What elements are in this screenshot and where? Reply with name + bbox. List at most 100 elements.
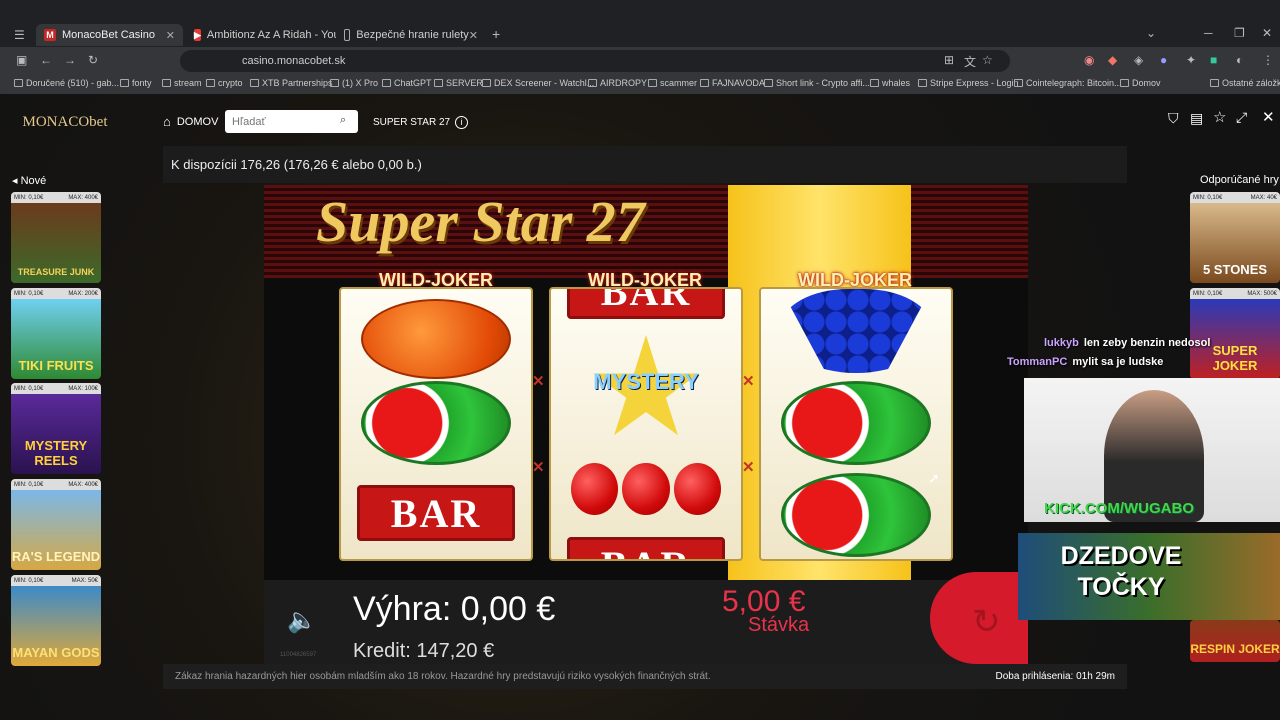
extension-icon[interactable]: ◈: [1134, 53, 1143, 67]
game-id: 11004826597: [280, 652, 317, 658]
bookmark-item[interactable]: whales: [870, 78, 910, 88]
tab-ruleta[interactable]: Bezpečné hranie rulety ✕: [336, 24, 486, 46]
credit-display: Kredit: 147,20 €: [353, 640, 495, 662]
bookmark-item[interactable]: AIRDROPY: [588, 78, 647, 88]
webcam-caption: KICK.COM/WUGABO: [1044, 500, 1194, 517]
new-tab-icon[interactable]: +: [492, 26, 500, 42]
forward-icon[interactable]: →: [64, 53, 76, 67]
address-bar[interactable]: casino.monacobet.sk: [180, 50, 1010, 72]
restore-icon[interactable]: ❐: [1234, 26, 1245, 40]
bookmark-icon: [764, 79, 773, 87]
new-games-heading[interactable]: ◂ Nové: [12, 174, 46, 187]
bookmark-item[interactable]: DEX Screener - Watchl...: [482, 78, 594, 88]
chevron-down-icon[interactable]: ⌄: [1146, 26, 1156, 40]
search-icon[interactable]: ⌕: [340, 114, 346, 127]
bookmark-item[interactable]: Stripe Express - Login: [918, 78, 1019, 88]
extension-icon[interactable]: ■: [1210, 53, 1217, 67]
bookmark-icon: [14, 79, 23, 87]
folder-icon: [648, 79, 657, 87]
spin-button[interactable]: ↻: [930, 572, 1028, 664]
payline-marker-icon: ✕: [742, 459, 755, 476]
footer-bar: Zákaz hrania hazardných hier osobám mlad…: [163, 664, 1127, 689]
site-logo[interactable]: MONACObet: [18, 104, 112, 140]
home-icon: ⌂: [163, 114, 171, 129]
bookmark-icon: [250, 79, 259, 87]
info-icon[interactable]: i: [455, 116, 469, 129]
translate-icon[interactable]: 文: [964, 53, 976, 70]
bookmark-item[interactable]: stream: [162, 78, 202, 88]
melon-symbol: [781, 381, 931, 465]
game-thumb-left[interactable]: MIN: 0,10€ MAX: 400€ TREASURE JUNK: [11, 192, 101, 283]
wallet-icon[interactable]: ▤: [1190, 110, 1203, 127]
payline-marker-icon: ✕: [532, 373, 545, 390]
sidebar-icon[interactable]: ▣: [16, 53, 27, 67]
age-warning: Zákaz hrania hazardných hier osobám mlad…: [175, 671, 711, 682]
payline-marker-icon: ✕: [742, 373, 755, 390]
search-input[interactable]: [225, 110, 358, 133]
nav-home[interactable]: ⌂ DOMOV: [163, 114, 218, 129]
bookmark-icon: [1014, 79, 1023, 87]
close-tab-icon[interactable]: ✕: [166, 29, 175, 42]
folder-icon: [206, 79, 215, 87]
game-thumb-right[interactable]: MIN: 0,10€ MAX: 500€ SUPER JOKER: [1190, 288, 1280, 379]
bookmark-item[interactable]: crypto: [206, 78, 243, 88]
bookmark-item[interactable]: Cointelegraph: Bitcoin...: [1014, 78, 1122, 88]
game-thumb-left[interactable]: MIN: 0,10€ MAX: 100€ MYSTERY REELS: [11, 383, 101, 474]
chevron-left-icon: ◂: [12, 175, 21, 187]
install-icon[interactable]: ⊞: [944, 53, 954, 67]
tab-youtube[interactable]: ▶ Ambitionz Az A Ridah - YouTub ✕: [186, 24, 336, 46]
folder-icon: [1210, 79, 1219, 87]
bookmark-item[interactable]: Doručené (510) - gab...: [14, 78, 119, 88]
stream-banner: DZEDOVE TOČKY: [1018, 533, 1280, 620]
bookmark-item[interactable]: Ostatné záložky: [1210, 78, 1280, 88]
melon-symbol: [781, 473, 931, 557]
menu-icon[interactable]: ⋮: [1262, 53, 1274, 67]
bookmark-item[interactable]: scammer: [648, 78, 697, 88]
fullscreen-icon[interactable]: ⤢: [1236, 109, 1247, 126]
game-thumb-left[interactable]: MIN: 0,10€ MAX: 400€ RA'S LEGEND: [11, 479, 101, 570]
profile-icon[interactable]: ◐: [1236, 53, 1243, 67]
extensions-puzzle-icon[interactable]: ✦: [1186, 53, 1196, 67]
sound-icon[interactable]: 🔈: [287, 606, 317, 635]
bookmark-item[interactable]: fonty: [120, 78, 152, 88]
close-window-icon[interactable]: ✕: [1262, 26, 1272, 40]
tab-list-icon[interactable]: ☰: [14, 28, 25, 42]
payline-marker-icon: ✕: [532, 459, 545, 476]
game-thumb-right[interactable]: RESPIN JOKER: [1190, 620, 1280, 662]
streamer-webcam: KICK.COM/WUGABO: [1024, 378, 1280, 522]
cherries-symbol: [571, 435, 721, 515]
tab-label: MonacoBet Casino: [62, 29, 155, 41]
tab-label: Bezpečné hranie rulety: [356, 29, 469, 41]
close-game-icon[interactable]: ✕: [1262, 108, 1275, 126]
back-icon[interactable]: ←: [40, 53, 52, 67]
mouse-cursor-icon: ➚: [928, 470, 940, 486]
bookmark-item[interactable]: Short link - Crypto affi...: [764, 78, 870, 88]
extension-icon[interactable]: ◆: [1108, 53, 1117, 67]
game-thumb-left[interactable]: MIN: 0,10€ MAX: 50€ MAYAN GODS: [11, 575, 101, 666]
favorite-star-icon[interactable]: ☆: [1213, 108, 1226, 126]
shield-icon[interactable]: ⛉: [1168, 110, 1179, 127]
game-title-nav: SUPER STAR 27 i: [373, 116, 469, 129]
game-thumb-right[interactable]: MIN: 0,10€ MAX: 40€ 5 STONES: [1190, 192, 1280, 283]
banner-text: DZEDOVE TOČKY: [1060, 542, 1182, 601]
bar-symbol: BAR: [567, 289, 725, 319]
bookmark-item[interactable]: Domov: [1120, 78, 1161, 88]
bookmark-star-icon[interactable]: ☆: [982, 53, 993, 67]
folder-icon: [162, 79, 171, 87]
bookmark-item[interactable]: SERVER: [434, 78, 483, 88]
close-tab-icon[interactable]: ✕: [469, 29, 478, 42]
extension-icon[interactable]: ◉: [1084, 53, 1094, 67]
extension-icon[interactable]: ●: [1160, 53, 1167, 67]
url-text: casino.monacobet.sk: [242, 55, 346, 67]
grapes-symbol: [781, 289, 931, 373]
spin-icon: ↻: [972, 603, 1001, 641]
game-thumb-left[interactable]: MIN: 0,10€ MAX: 200€ TIKI FRUITS: [11, 288, 101, 379]
bookmark-item[interactable]: FAJNAVODA: [700, 78, 765, 88]
bookmark-item[interactable]: XTB Partnerships: [250, 78, 333, 88]
chatgpt-icon: [382, 79, 391, 87]
reload-icon[interactable]: ↻: [88, 53, 98, 67]
tab-monacobet[interactable]: M MonacoBet Casino ✕: [36, 24, 183, 46]
minimize-icon[interactable]: ─: [1204, 26, 1213, 40]
bookmark-item[interactable]: ChatGPT: [382, 78, 432, 88]
bookmark-item[interactable]: (1) X Pro: [330, 78, 378, 88]
